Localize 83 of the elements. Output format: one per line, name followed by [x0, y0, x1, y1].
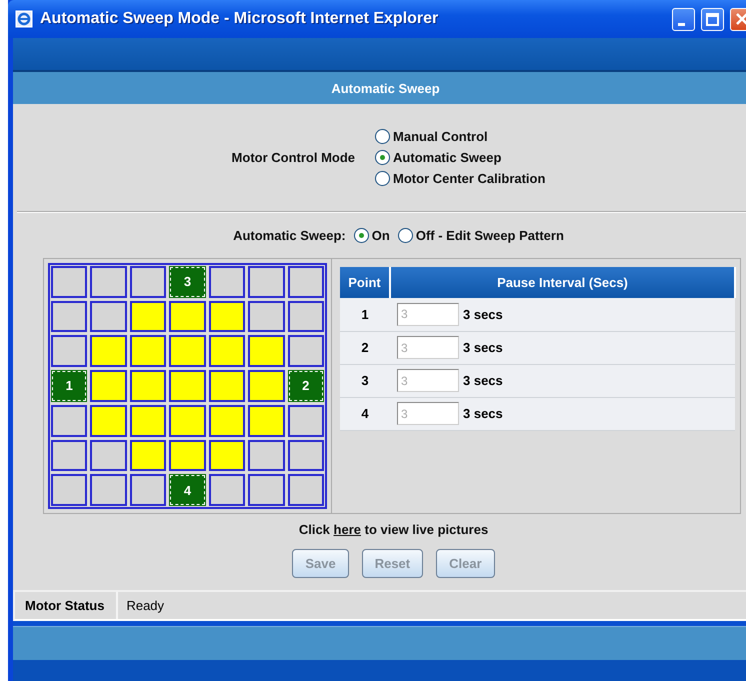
sweep-cell[interactable]	[130, 300, 166, 332]
grid-cell[interactable]	[288, 266, 324, 298]
grid-cell[interactable]	[130, 474, 166, 506]
radio-label: Automatic Sweep	[393, 150, 502, 165]
grid-cell[interactable]	[208, 266, 246, 298]
maximize-icon	[706, 12, 719, 26]
grid-cell[interactable]	[288, 440, 324, 472]
radio-button[interactable]	[398, 228, 413, 243]
point-cell[interactable]: 3	[169, 266, 206, 298]
sweep-cell[interactable]	[169, 335, 206, 368]
sweep-cell[interactable]	[90, 404, 127, 437]
grid-cell[interactable]	[288, 300, 324, 332]
point-number: 4	[340, 397, 390, 430]
grid-cell[interactable]	[90, 474, 127, 506]
interval-reading: 3 secs	[463, 340, 503, 355]
page-heading: Automatic Sweep	[331, 80, 440, 96]
grid-cell[interactable]	[248, 440, 285, 472]
minimize-icon	[678, 22, 685, 26]
sweep-cell[interactable]	[248, 370, 285, 402]
sweep-label: Automatic Sweep:	[233, 228, 346, 243]
mode-label: Motor Control Mode	[232, 150, 356, 165]
point-cell[interactable]: 2	[288, 370, 324, 402]
sweep-cell[interactable]	[248, 404, 285, 437]
sweep-cell[interactable]	[208, 440, 246, 472]
status-value: Ready	[125, 597, 166, 615]
window-title: Automatic Sweep Mode - Microsoft Internet Explorer	[40, 10, 440, 28]
sweep-cell[interactable]	[208, 300, 246, 332]
sweep-cell[interactable]	[208, 404, 246, 437]
sweep-cell[interactable]	[130, 404, 166, 437]
grid-cell[interactable]	[288, 474, 324, 506]
radio-label: Manual Control	[393, 129, 488, 144]
radio-label: On	[372, 228, 390, 243]
grid-cell[interactable]	[51, 440, 88, 472]
maximize-button[interactable]	[701, 8, 724, 30]
sweep-cell[interactable]	[169, 440, 206, 472]
grid-cell[interactable]	[248, 300, 285, 332]
radio-button[interactable]	[354, 228, 369, 243]
grid-cell[interactable]	[51, 300, 88, 332]
point-number: 3	[340, 364, 390, 397]
sweep-cell[interactable]	[90, 335, 127, 368]
sweep-cell[interactable]	[130, 335, 166, 368]
browser-icon	[14, 9, 34, 29]
grid-cell[interactable]	[248, 474, 285, 506]
grid-cell[interactable]	[288, 335, 324, 368]
sweep-cell[interactable]	[169, 300, 206, 332]
sweep-cell[interactable]	[130, 440, 166, 472]
radio-label: Off - Edit Sweep Pattern	[416, 228, 564, 243]
grid-cell[interactable]	[90, 440, 127, 472]
radio-label: Motor Center Calibration	[393, 171, 546, 186]
here-link[interactable]: here	[334, 522, 361, 537]
live-pictures-text: Click here to view live pictures	[298, 522, 488, 537]
grid-cell[interactable]	[248, 266, 285, 298]
grid-cell[interactable]	[90, 266, 127, 298]
radio-button[interactable]	[375, 129, 390, 144]
radio-button[interactable]	[375, 171, 390, 186]
sweep-cell[interactable]	[248, 335, 285, 368]
minimize-button[interactable]	[672, 8, 695, 30]
point-cell[interactable]: 1	[51, 370, 88, 402]
grid-cell[interactable]	[90, 300, 127, 332]
status-label: Motor Status	[15, 592, 118, 619]
radio-button[interactable]	[375, 150, 390, 165]
grid-cell[interactable]	[130, 266, 166, 298]
point-number: 1	[340, 298, 390, 331]
point-number: 2	[340, 331, 390, 364]
interval-reading: 3 secs	[463, 373, 503, 388]
grid-cell[interactable]	[51, 266, 88, 298]
sweep-cell[interactable]	[208, 370, 246, 402]
column-header: Point	[340, 267, 390, 298]
interval-reading: 3 secs	[463, 406, 503, 421]
sweep-cell[interactable]	[130, 370, 166, 402]
grid-cell[interactable]	[51, 404, 88, 437]
grid-cell[interactable]	[208, 474, 246, 506]
grid-cell[interactable]	[51, 335, 88, 368]
grid-cell[interactable]	[288, 404, 324, 437]
interval-reading: 3 secs	[463, 306, 503, 322]
close-icon	[736, 13, 746, 25]
sweep-cell[interactable]	[90, 370, 127, 402]
sweep-cell[interactable]	[169, 404, 206, 437]
sweep-cell[interactable]	[208, 335, 246, 368]
grid-cell[interactable]	[51, 474, 88, 506]
sweep-cell[interactable]	[169, 370, 206, 402]
point-cell[interactable]: 4	[169, 474, 206, 506]
column-header: Pause Interval (Secs)	[390, 267, 735, 298]
